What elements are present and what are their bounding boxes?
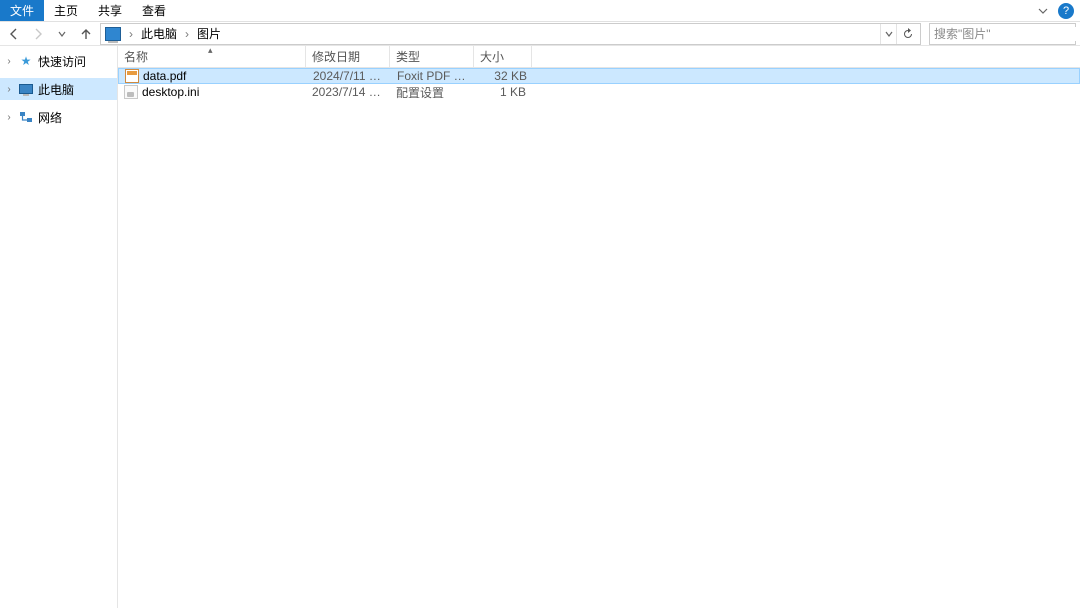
monitor-icon: [18, 81, 34, 97]
column-header-date[interactable]: 修改日期: [306, 46, 390, 67]
tab-file[interactable]: 文件: [0, 0, 44, 21]
nav-bar: › 此电脑 › 图片: [0, 22, 1080, 46]
chevron-right-icon[interactable]: ›: [4, 56, 14, 67]
breadcrumb-pictures[interactable]: 图片: [195, 25, 223, 42]
tree-label: 此电脑: [38, 81, 74, 98]
chevron-right-icon[interactable]: ›: [4, 84, 14, 95]
up-button[interactable]: [76, 24, 96, 44]
search-box[interactable]: [929, 23, 1076, 45]
file-row[interactable]: data.pdf 2024/7/11 21:24 Foxit PDF Reade…: [118, 68, 1080, 84]
column-header-type[interactable]: 类型: [390, 46, 474, 67]
recent-dropdown-icon[interactable]: [52, 24, 72, 44]
ribbon-tabs: 文件 主页 共享 查看 ?: [0, 0, 1080, 22]
search-input[interactable]: [934, 27, 1080, 41]
column-headers: ▴ 名称 修改日期 类型 大小: [118, 46, 1080, 68]
star-icon: ★: [18, 53, 34, 69]
sort-indicator-icon: ▴: [208, 45, 213, 56]
file-name: data.pdf: [143, 69, 186, 83]
tree-network[interactable]: › 网络: [0, 106, 117, 128]
address-dropdown-icon[interactable]: [880, 24, 896, 44]
column-header-size[interactable]: 大小: [474, 46, 532, 67]
file-date: 2023/7/14 9:56: [306, 85, 390, 99]
tab-view[interactable]: 查看: [132, 0, 176, 21]
ribbon-expand-icon[interactable]: [1032, 0, 1054, 21]
ini-file-icon: [124, 85, 138, 99]
file-date: 2024/7/11 21:24: [307, 69, 391, 83]
file-type: Foxit PDF Reade...: [391, 69, 475, 83]
back-button[interactable]: [4, 24, 24, 44]
file-list: ▴ 名称 修改日期 类型 大小 data.pdf 2024/7/11 21:24…: [118, 46, 1080, 608]
tab-home[interactable]: 主页: [44, 0, 88, 21]
file-size: 1 KB: [474, 85, 532, 99]
pdf-file-icon: [125, 69, 139, 83]
breadcrumb-this-pc[interactable]: 此电脑: [139, 25, 179, 42]
breadcrumb-separator-icon: ›: [181, 27, 193, 41]
help-icon[interactable]: ?: [1058, 3, 1074, 19]
tree-this-pc[interactable]: › 此电脑: [0, 78, 117, 100]
file-type: 配置设置: [390, 84, 474, 101]
this-pc-icon: [105, 27, 121, 41]
refresh-button[interactable]: [896, 24, 918, 44]
network-icon: [18, 109, 34, 125]
chevron-right-icon[interactable]: ›: [4, 112, 14, 123]
tree-quick-access[interactable]: › ★ 快速访问: [0, 50, 117, 72]
forward-button[interactable]: [28, 24, 48, 44]
tree-label: 网络: [38, 109, 62, 126]
navigation-tree: › ★ 快速访问 › 此电脑 › 网络: [0, 46, 118, 608]
file-row[interactable]: desktop.ini 2023/7/14 9:56 配置设置 1 KB: [118, 84, 1080, 100]
tree-label: 快速访问: [38, 53, 86, 70]
file-size: 32 KB: [475, 69, 533, 83]
file-name: desktop.ini: [142, 85, 199, 99]
breadcrumb-separator-icon: ›: [125, 27, 137, 41]
tab-share[interactable]: 共享: [88, 0, 132, 21]
address-bar[interactable]: › 此电脑 › 图片: [100, 23, 921, 45]
